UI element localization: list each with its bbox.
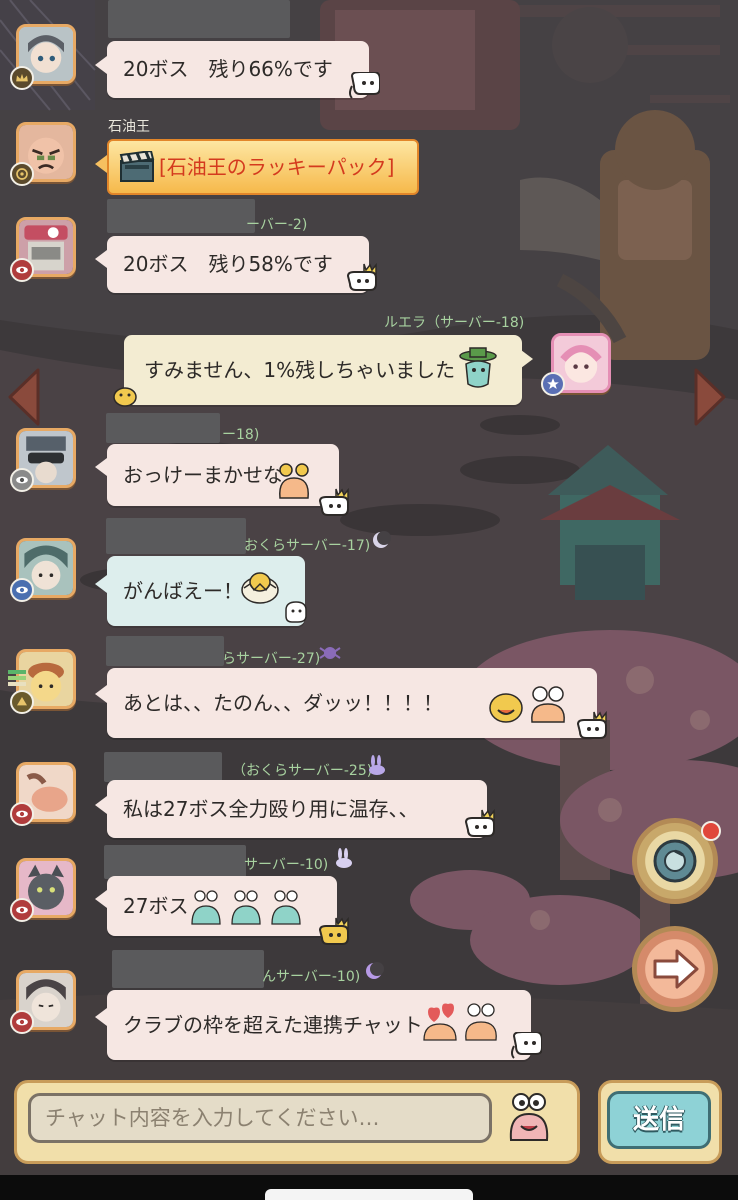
- ghost-bubble-icon: [346, 72, 380, 100]
- eye-badge-icon: [10, 898, 34, 922]
- snail-sticker-icon: [272, 462, 316, 502]
- snail-badge-icon: [10, 162, 34, 186]
- message-text: 27ボス: [123, 894, 189, 918]
- message-bubble: 私は27ボス全力殴り用に温存、、: [107, 780, 487, 838]
- eye-badge-icon: [10, 468, 34, 492]
- notification-dot: [701, 821, 721, 841]
- home-indicator[interactable]: [265, 1189, 473, 1200]
- clapper-icon: [119, 151, 155, 182]
- sender-name: ーバー-2): [246, 217, 308, 233]
- ghost-crown-icon: [574, 710, 610, 742]
- chat-input-placeholder: チャット内容を入力してください…: [45, 1106, 380, 1130]
- ghost-crown-icon: [316, 487, 352, 519]
- ghost-icon: [282, 600, 310, 626]
- message-text: おっけーまかせな: [123, 463, 283, 487]
- chick-egg-sticker-icon: [238, 568, 282, 606]
- eye-badge-icon: [10, 1010, 34, 1034]
- arrow-left-icon[interactable]: [6, 366, 40, 428]
- name-mask: [106, 636, 224, 666]
- message-text: がんばえー！: [123, 579, 243, 603]
- ghost-bubble-icon: [508, 1032, 542, 1060]
- record-button[interactable]: [632, 818, 721, 904]
- sticker-picker-button[interactable]: [505, 1090, 553, 1144]
- message-text: 20ボス 残り58%です: [123, 252, 333, 276]
- message-text: クラブの枠を超えた連携チャット: [123, 1013, 423, 1037]
- forward-button[interactable]: [632, 926, 718, 1012]
- sender-name: んサーバー-10): [262, 969, 361, 985]
- moon-icon: [362, 960, 386, 982]
- snail-face-icon: [509, 1093, 549, 1141]
- name-mask: [106, 413, 220, 443]
- name-mask: [107, 199, 255, 233]
- sender-name: ルエラ（サーバー-18): [384, 315, 525, 331]
- rabbit-icon: [332, 848, 356, 870]
- name-mask: [104, 752, 222, 782]
- sender-name: ー18): [222, 427, 260, 443]
- crown-badge-icon: [10, 66, 34, 90]
- snail-row-sticker-icon: [188, 888, 308, 928]
- send-button[interactable]: 送信: [607, 1091, 711, 1149]
- ghost-crown-icon: [316, 916, 352, 948]
- moon-icon: [370, 530, 392, 550]
- arrow-right-icon: [653, 949, 699, 989]
- message-text: 20ボス 残り66%です: [123, 57, 333, 81]
- spider-icon: [318, 642, 342, 664]
- bars-icon: [8, 670, 26, 686]
- lucky-pack-label: [石油王のラッキーパック]: [159, 155, 395, 179]
- ghost-crown-icon: [344, 262, 380, 294]
- chat-input[interactable]: チャット内容を入力してください…: [28, 1093, 492, 1143]
- message-text: すみません、1%残しちゃいました: [144, 358, 456, 382]
- name-mask: [104, 845, 246, 879]
- star-badge-icon: [541, 372, 565, 396]
- sender-name: らサーバー-27): [222, 651, 321, 667]
- pudding-badge-icon: [10, 690, 34, 714]
- chick-icon: [110, 382, 140, 408]
- green-hat-sticker-icon: [456, 346, 500, 390]
- name-mask: [108, 0, 290, 38]
- eye-badge-icon: [10, 802, 34, 826]
- lucky-pack-button[interactable]: [石油王のラッキーパック]: [107, 139, 419, 195]
- rabbit-icon: [365, 755, 389, 777]
- name-mask: [106, 518, 246, 554]
- message-bubble: 20ボス 残り58%です: [107, 236, 369, 293]
- arrow-right-small-icon[interactable]: [694, 366, 728, 428]
- name-mask: [112, 950, 264, 988]
- eye-badge-icon: [10, 258, 34, 282]
- eye-badge-icon: [10, 578, 34, 602]
- sender-name: おくらサーバー-17): [244, 538, 371, 554]
- sender-name: 石油王: [108, 119, 150, 135]
- message-text: あとは、、たのん、、ダッッ！！！！: [123, 691, 443, 715]
- message-bubble: 20ボス 残り66%です: [107, 41, 369, 98]
- game-scene: 20ボス 残り66%です 石油王 [石油王のラッキーパック] ーバー-2) 20…: [0, 0, 738, 1175]
- duck-snail-sticker-icon: [486, 684, 572, 726]
- sender-name: サーバー-10): [244, 857, 329, 873]
- ghost-crown-icon: [462, 808, 498, 840]
- heart-snail-sticker-icon: [420, 1002, 506, 1044]
- sender-name: （おくらサーバー-25): [232, 763, 373, 779]
- message-text: 私は27ボス全力殴り用に温存、、: [123, 797, 419, 821]
